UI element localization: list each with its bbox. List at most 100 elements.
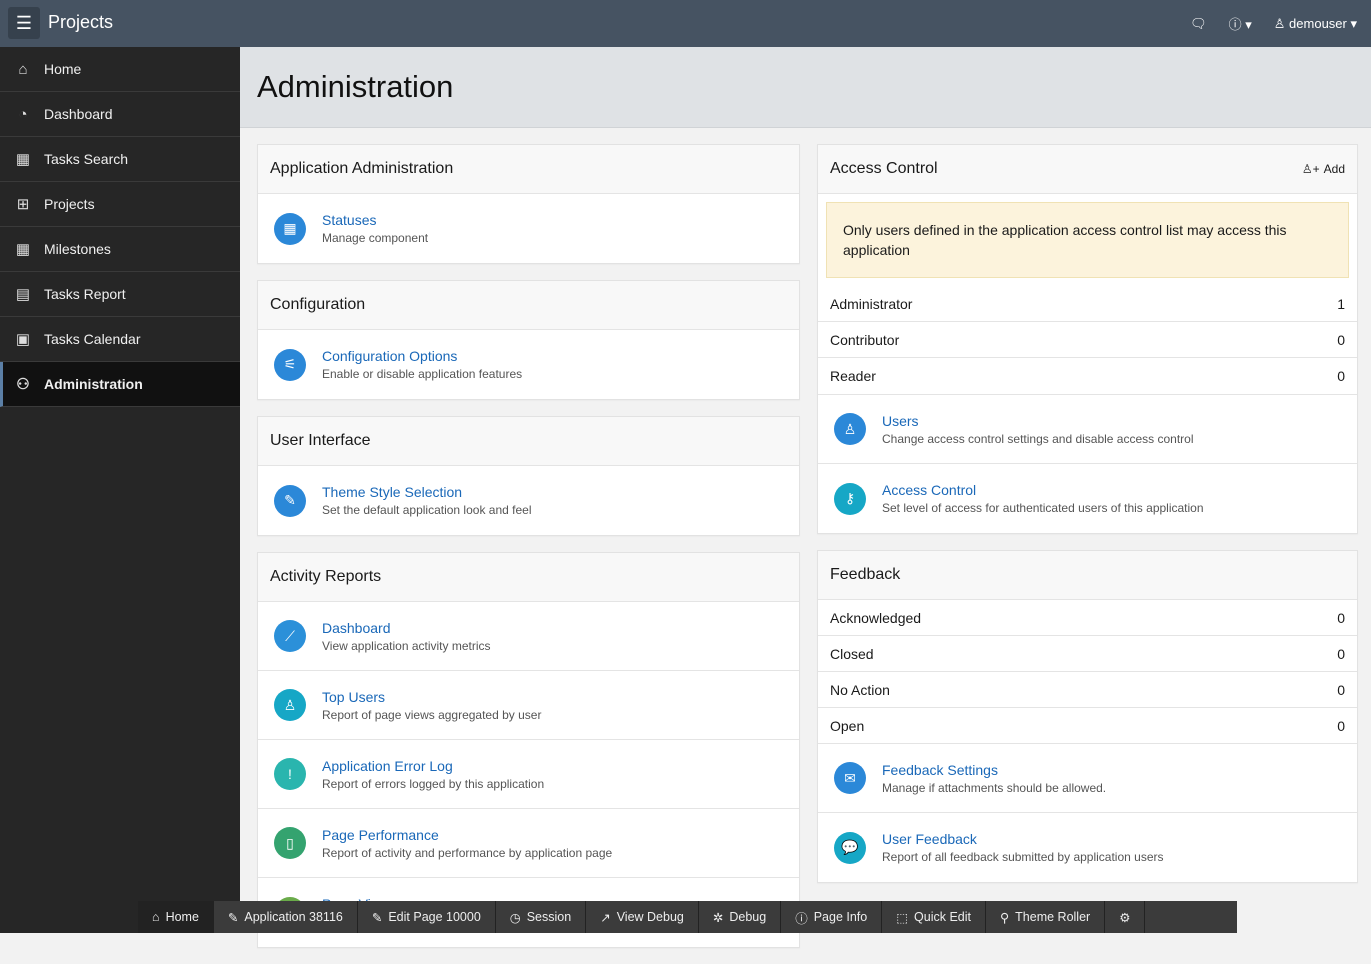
list-item-title[interactable]: Configuration Options (322, 348, 522, 364)
list-item-text: Application Error Log Report of errors lo… (322, 758, 544, 791)
region-title: Feedback (830, 566, 901, 583)
app-title[interactable]: Projects (48, 12, 113, 33)
row-label: Open (830, 717, 865, 734)
row-value: 0 (1337, 717, 1345, 734)
list-item[interactable]: ⚟ Configuration Options Enable or disable … (258, 330, 799, 399)
list-item[interactable]: ! Application Error Log Report of errors l… (258, 740, 799, 809)
sidebar-item-tasks-report[interactable]: ▤ Tasks Report (0, 272, 240, 317)
list-item-desc: Report of all feedback submitted by appl… (882, 850, 1164, 864)
count-row: Contributor 0 (818, 322, 1357, 358)
region-configuration: Configuration ⚟ Configuration Options Enabl… (257, 280, 800, 400)
list-item-title[interactable]: User Feedback (882, 831, 1164, 847)
sidebar-item-label: Milestones (44, 241, 111, 257)
region-title: User Interface (270, 432, 371, 449)
region-title: Configuration (270, 296, 366, 313)
table-search-icon: ▦ (15, 151, 31, 168)
list-item-title[interactable]: Page Performance (322, 827, 612, 843)
count-row: Open 0 (818, 708, 1357, 744)
devbar-application-38116[interactable]: ✎ Application 38116 (214, 901, 358, 933)
user-wrench-icon: ⚇ (16, 376, 30, 393)
menu-toggle-button[interactable]: ☰ (8, 7, 40, 39)
devbar-settings[interactable]: ⚙ (1105, 901, 1146, 933)
right-column: Access Control ♙+ Add Only users defined … (817, 144, 1358, 899)
list-item-desc: Manage component (322, 231, 429, 245)
sidebar-item-label: Tasks Search (44, 151, 129, 167)
title-band: Administration (240, 47, 1371, 128)
list-item-icon: ✎ (274, 484, 306, 517)
list-item-icon: ⟋ (274, 620, 306, 652)
devbar-edit-page-10000[interactable]: ✎ Edit Page 10000 (358, 901, 496, 933)
developer-toolbar: ⌂ Home ✎ Application 38116 ✎ Edit Page 10000 ◷… (138, 901, 1237, 933)
list-item[interactable]: 💬 User Feedback Report of all feedback sub… (818, 813, 1357, 882)
list-item[interactable]: ♙ Top Users Report of page views aggregate… (258, 671, 799, 740)
row-value: 1 (1337, 295, 1345, 312)
list-item[interactable]: ▯ Page Performance Report of activity and … (258, 809, 799, 878)
add-label: Add (1323, 162, 1345, 176)
list-item-text: Dashboard View application activity metri… (322, 620, 491, 653)
gear-icon: ⚙ (1119, 910, 1131, 925)
list-item-text: Statuses Manage component (322, 212, 428, 245)
sidebar-item-tasks-search[interactable]: ▦ Tasks Search (0, 137, 240, 182)
list-item-icon: ♙ (274, 689, 306, 721)
add-user-button[interactable]: ♙+ Add (1302, 162, 1345, 176)
list-item-title[interactable]: Access Control (882, 482, 1204, 498)
list-item[interactable]: ▦ Statuses Manage component (258, 194, 799, 263)
sidebar-item-home[interactable]: ⌂ Home (0, 47, 240, 92)
list-item-title[interactable]: Statuses (322, 212, 428, 228)
devbar-page-info[interactable]: ⓘ Page Info (781, 901, 883, 933)
list-item[interactable]: ♙ Users Change access control settings and… (818, 395, 1357, 464)
list-item-text: User Feedback Report of all feedback subm… (882, 831, 1164, 864)
list-item-icon: ⚷ (834, 482, 866, 515)
list-item-desc: Report of activity and performance by ap… (322, 845, 613, 860)
devbar-debug[interactable]: ✲ Debug (699, 901, 782, 933)
sidebar-item-dashboard[interactable]: ◔ Dashboard (0, 92, 240, 137)
list-item[interactable]: ✎ Theme Style Selection Set the default ap… (258, 466, 799, 535)
list-item-text: Users Change access control settings and … (882, 413, 1194, 446)
region-header: Application Administration (258, 145, 799, 194)
access-control-region: Access Control ♙+ Add Only users defined … (817, 144, 1358, 534)
list-item[interactable]: ✉ Feedback Settings Manage if attachments … (818, 744, 1357, 813)
edit-icon: ✎ (371, 910, 383, 925)
count-row: Closed 0 (818, 636, 1357, 672)
devbar-label: Theme Roller (1015, 910, 1091, 924)
devbar-home[interactable]: ⌂ Home (138, 901, 214, 933)
region-activity-reports: Activity Reports ⟋ Dashboard View applicati… (257, 552, 800, 948)
sidebar-item-projects[interactable]: ⊞ Projects (0, 182, 240, 227)
session-icon: ◷ (509, 910, 521, 925)
region-title: Access Control (830, 160, 938, 177)
devbar-session[interactable]: ◷ Session (496, 901, 587, 933)
region-application-administration: Application Administration ▦ Statuses Manag… (257, 144, 800, 264)
region-title: Application Administration (270, 160, 454, 177)
devbar-quick-edit[interactable]: ⬚ Quick Edit (882, 901, 987, 933)
sidebar-item-tasks-calendar[interactable]: ▣ Tasks Calendar (0, 317, 240, 362)
devbar-label: Edit Page 10000 (388, 910, 481, 924)
list-item-title[interactable]: Application Error Log (322, 758, 544, 774)
row-label: Reader (830, 368, 876, 384)
list-item-desc: Manage if attachments should be allowed. (882, 780, 1107, 795)
list-item-title[interactable]: Top Users (322, 689, 541, 705)
list-item-title[interactable]: Theme Style Selection (322, 484, 531, 500)
count-row: Reader 0 (818, 358, 1357, 394)
paint-roller-icon: ⚲ (1000, 910, 1010, 925)
list-item-title[interactable]: Feedback Settings (882, 762, 1106, 778)
sidebar-item-label: Tasks Report (44, 286, 126, 302)
list-item[interactable]: ⟋ Dashboard View application activity metr… (258, 602, 799, 671)
top-header: ☰ Projects 🗨 ⓘ ▾ ♙ demouser ▾ (0, 0, 1371, 47)
list-item-title[interactable]: Dashboard (322, 620, 491, 636)
username: demouser (1289, 15, 1347, 31)
user-menu-button[interactable]: ♙ demouser ▾ (1274, 16, 1357, 32)
devbar-theme-roller[interactable]: ⚲ Theme Roller (986, 901, 1106, 933)
list-item[interactable]: ⚷ Access Control Set level of access for a… (818, 464, 1357, 533)
devbar-view-debug[interactable]: ↗ View Debug (586, 901, 699, 933)
sidebar-item-milestones[interactable]: ▦ Milestones (0, 227, 240, 272)
sidebar-item-label: Dashboard (44, 106, 113, 122)
sidebar-item-administration[interactable]: ⚇ Administration (0, 362, 240, 407)
region-header: User Interface (258, 417, 799, 466)
list-item-text: Configuration Options Enable or disable a… (322, 348, 522, 381)
region-header: Activity Reports (258, 553, 799, 602)
list-item-text: Page Performance Report of activity and p… (322, 827, 612, 860)
feedback-icon[interactable]: 🗨 (1190, 16, 1207, 32)
help-menu-button[interactable]: ⓘ ▾ (1229, 14, 1252, 33)
list-item-desc: Enable or disable application features (322, 367, 523, 381)
list-item-title[interactable]: Users (882, 413, 1194, 429)
